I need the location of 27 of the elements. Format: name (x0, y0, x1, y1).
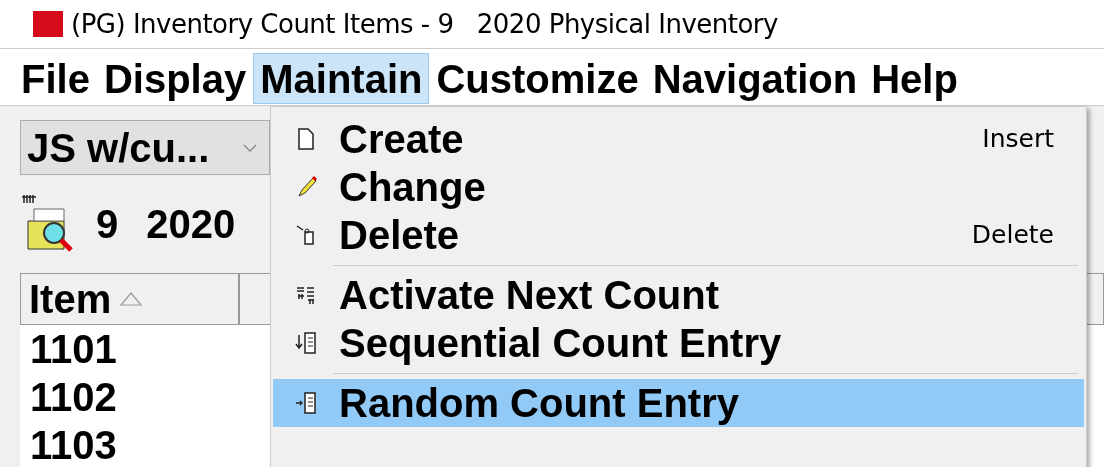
list-down-icon (295, 330, 317, 356)
menu-option[interactable]: Sequential Count Entry (273, 319, 1084, 367)
menu-item[interactable]: Display (96, 53, 254, 104)
menu-item[interactable]: File (14, 53, 97, 104)
count-year: 2020 (146, 201, 236, 248)
table-cell-text: 1103 (29, 422, 118, 467)
table-cell-text: 1101 (29, 326, 118, 373)
table-cell-text: 1102 (29, 374, 118, 421)
sort-icon (119, 291, 144, 307)
column-header[interactable]: Item (20, 273, 240, 325)
list-arrow-icon (295, 390, 317, 416)
app-logo (33, 11, 63, 37)
chevron-icon (243, 143, 257, 152)
menu-option[interactable]: Delete Delete (273, 211, 1084, 259)
view-dropdown[interactable]: JS w/cu... (20, 120, 270, 175)
menu-option[interactable]: Random Count Entry (273, 379, 1084, 427)
count-number: 9 (96, 201, 119, 248)
menu-option[interactable]: Create Insert (273, 115, 1084, 163)
window-title: (PG) Inventory Count Items - 9 2020 Physical Inventory (71, 7, 778, 41)
menu-item[interactable]: Customize (429, 53, 646, 104)
trash-icon (295, 222, 317, 248)
menu-item[interactable]: Help (864, 53, 965, 104)
pencil-icon (295, 174, 317, 200)
menu-item[interactable]: Navigation (645, 53, 865, 104)
menu-item[interactable]: Maintain (253, 53, 430, 104)
menu-option[interactable]: Change (273, 163, 1084, 211)
page-icon (295, 126, 317, 152)
